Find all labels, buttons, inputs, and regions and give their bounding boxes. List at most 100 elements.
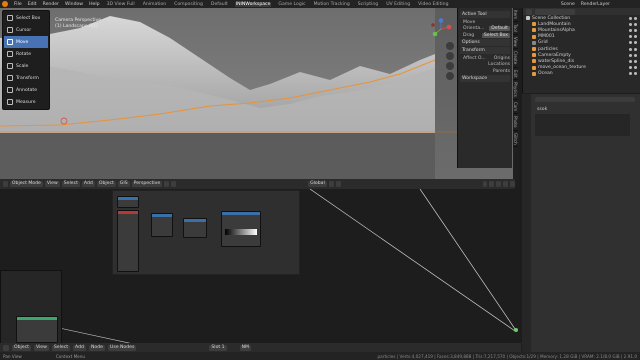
active-tool-header[interactable]: Active Tool (460, 11, 510, 18)
slot-dropdown[interactable]: Slot 1 (209, 344, 227, 351)
tab-view[interactable]: View (513, 35, 518, 50)
eye-icon[interactable] (629, 66, 632, 70)
workspace-tab[interactable]: Scripting (357, 2, 379, 7)
menu-render[interactable]: Render (43, 2, 59, 7)
blender-logo-icon[interactable] (2, 1, 8, 7)
material-slot-label[interactable]: ssok (537, 107, 547, 112)
move-tool-row[interactable]: Move (463, 20, 510, 25)
options-header[interactable]: Options (460, 39, 510, 46)
node-value[interactable] (117, 196, 139, 208)
proportional-icon[interactable] (335, 181, 341, 187)
tab-glitch[interactable]: Glitch (513, 131, 518, 148)
workspace-tab[interactable]: Compositing (173, 2, 204, 7)
node-select-menu[interactable]: Select (51, 344, 71, 351)
tab-physics[interactable]: Physics (513, 80, 518, 101)
visibility-toggles[interactable] (629, 35, 640, 39)
node-editor-type-icon[interactable] (3, 344, 9, 351)
camera-icon[interactable] (634, 28, 637, 32)
snap-icon[interactable] (328, 181, 334, 187)
eye-icon[interactable] (629, 41, 632, 45)
camera-icon[interactable] (634, 59, 637, 63)
zoom-icon[interactable] (446, 42, 454, 50)
workspace-tab[interactable]: Video Editing (417, 2, 449, 7)
view-menu[interactable]: View (44, 181, 60, 187)
parents-checkbox[interactable]: Parents (493, 69, 510, 74)
eye-icon[interactable] (629, 47, 632, 51)
node-mode-dropdown[interactable]: Object (12, 344, 31, 351)
eye-icon[interactable] (629, 22, 632, 26)
material-dropdown[interactable]: NM (239, 344, 251, 351)
node-node-menu[interactable]: Node (88, 344, 105, 351)
gis-menu[interactable]: GIS (117, 181, 130, 187)
eye-icon[interactable] (629, 35, 632, 39)
outliner-search[interactable] (535, 8, 575, 15)
node-frame[interactable] (112, 190, 300, 275)
material-slot-list[interactable] (535, 114, 630, 136)
eye-icon[interactable] (629, 72, 632, 76)
orientation-dropdown[interactable]: Global (308, 181, 327, 187)
eye-icon[interactable] (629, 16, 632, 20)
grid-icon[interactable] (446, 72, 454, 80)
tab-edit[interactable]: Edit (513, 68, 518, 81)
tab-create[interactable]: Create (513, 49, 518, 68)
rendered-shading-icon[interactable] (510, 181, 515, 187)
tab-tool[interactable]: Tool (513, 22, 518, 35)
visibility-toggles[interactable] (629, 47, 640, 51)
node-texture-coordinate[interactable] (117, 210, 139, 272)
camera-icon[interactable] (634, 16, 637, 20)
workspace-tab[interactable]: Game Logic (277, 2, 306, 7)
add-menu[interactable]: Add (81, 181, 95, 187)
orientation-dropdown[interactable]: Default (489, 26, 510, 31)
perspective-menu[interactable]: Perspective (131, 181, 163, 187)
eye-icon[interactable] (629, 28, 632, 32)
tab-item[interactable]: Item (513, 8, 518, 23)
visibility-toggles[interactable] (629, 66, 640, 70)
scene-selector[interactable]: Scene (561, 2, 575, 7)
node-noise-texture[interactable] (183, 218, 207, 238)
menu-edit[interactable]: Edit (28, 2, 37, 7)
workspace-tab[interactable]: Motion Tracking (313, 2, 351, 7)
navigation-gizmo[interactable] (430, 18, 452, 40)
origins-checkbox[interactable]: Origins (494, 56, 510, 61)
tool-scale[interactable]: Scale (4, 60, 48, 72)
color-ramp-gradient[interactable] (225, 229, 257, 235)
workspace-header[interactable]: Workspace (460, 75, 510, 82)
object-menu[interactable]: Object (96, 181, 116, 187)
workspace-tab[interactable]: Animation (142, 2, 167, 7)
eye-icon[interactable] (629, 53, 632, 57)
visibility-toggles[interactable] (629, 59, 640, 63)
menu-window[interactable]: Window (65, 2, 83, 7)
use-nodes-checkbox[interactable]: Use Nodes (107, 344, 137, 351)
tool-transform[interactable]: Transform (4, 72, 48, 84)
camera-icon[interactable] (634, 72, 637, 76)
workspace-tab[interactable]: 3D View Full (106, 2, 136, 7)
camera-icon[interactable] (634, 53, 637, 57)
node-view-menu[interactable]: View (33, 344, 49, 351)
tab-photo[interactable]: Photo (513, 114, 518, 131)
mode-dropdown[interactable]: Object Mode (9, 181, 43, 187)
camera-icon[interactable] (634, 35, 637, 39)
material-shading-icon[interactable] (503, 181, 509, 187)
node-mapping[interactable] (151, 213, 173, 237)
xray-icon[interactable] (489, 181, 495, 187)
tab-cam[interactable]: Cam (513, 100, 518, 115)
render-icon[interactable] (171, 181, 177, 187)
visibility-toggles[interactable] (629, 28, 640, 32)
workspace-tab[interactable]: Default (210, 2, 229, 7)
visibility-toggles[interactable] (629, 16, 640, 20)
node-shader-output[interactable] (16, 316, 58, 343)
visibility-toggles[interactable] (629, 41, 640, 45)
overlay-icon[interactable] (482, 181, 488, 187)
camera-icon[interactable] (634, 47, 637, 51)
tool-rotate[interactable]: Rotate (4, 48, 48, 60)
view-layer-selector[interactable]: RenderLayer (581, 2, 640, 7)
workspace-tab[interactable]: UV Editing (385, 2, 411, 7)
locations-checkbox[interactable]: Locations (488, 62, 510, 67)
camera-icon[interactable] (634, 22, 637, 26)
node-color-ramp[interactable] (221, 211, 261, 247)
visibility-toggles[interactable] (629, 72, 640, 76)
outliner-item[interactable]: Ocean (523, 71, 640, 77)
properties-search[interactable] (535, 97, 635, 102)
visibility-toggles[interactable] (629, 53, 640, 57)
pan-hand-icon[interactable] (446, 52, 454, 60)
